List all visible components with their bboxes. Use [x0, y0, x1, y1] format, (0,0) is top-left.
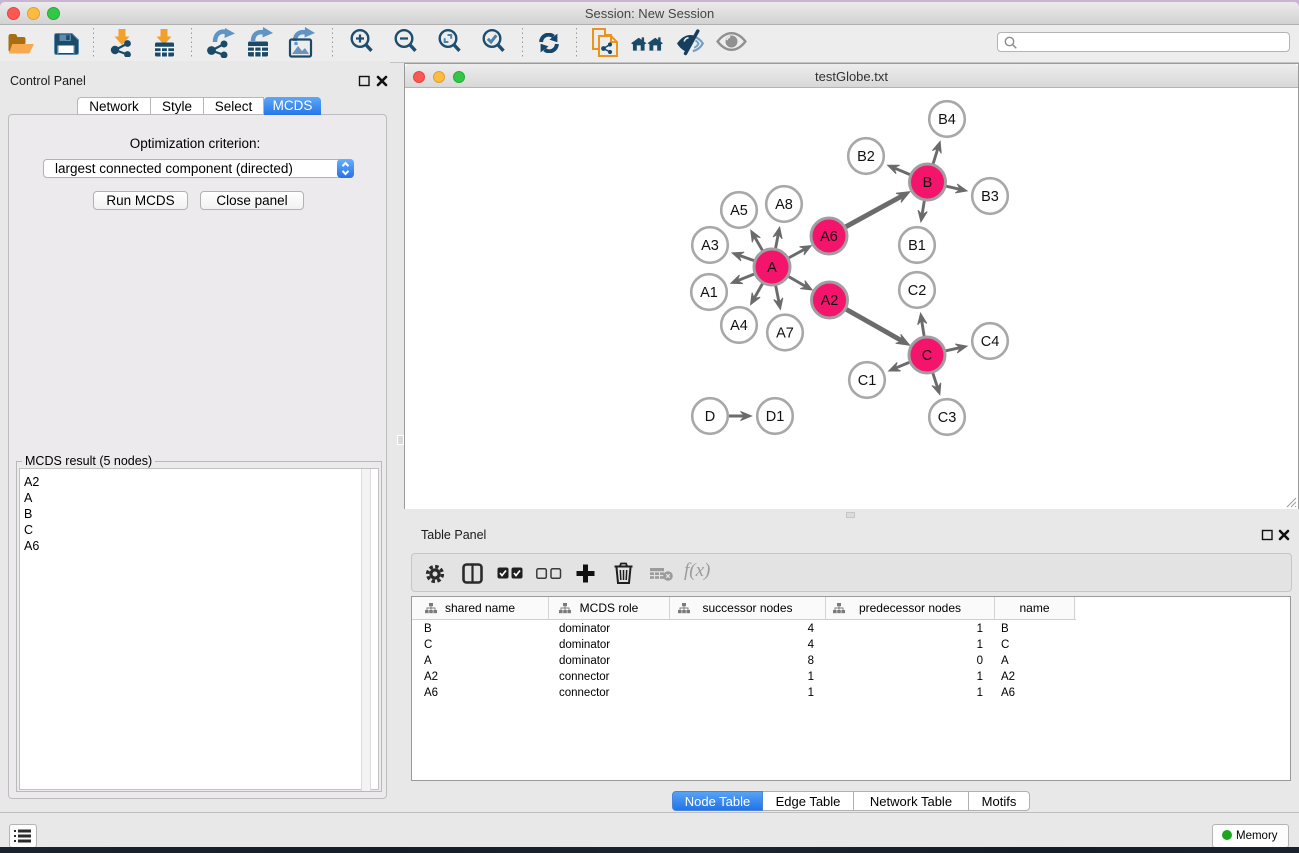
svg-text:A5: A5 — [730, 203, 748, 219]
svg-text:A4: A4 — [730, 318, 748, 334]
svg-text:B3: B3 — [981, 189, 999, 205]
svg-text:B1: B1 — [908, 238, 926, 254]
svg-text:A1: A1 — [700, 285, 718, 301]
svg-text:C1: C1 — [858, 373, 877, 389]
svg-text:B4: B4 — [938, 112, 956, 128]
svg-text:A6: A6 — [820, 229, 838, 245]
svg-text:D: D — [705, 409, 715, 425]
svg-text:A2: A2 — [821, 293, 839, 309]
svg-text:B: B — [923, 175, 933, 191]
svg-text:C: C — [922, 348, 932, 364]
svg-text:D1: D1 — [766, 409, 785, 425]
svg-text:A: A — [767, 260, 777, 276]
svg-text:A8: A8 — [775, 197, 793, 213]
svg-text:C4: C4 — [981, 334, 1000, 350]
svg-text:A3: A3 — [701, 238, 719, 254]
svg-text:B2: B2 — [857, 149, 875, 165]
svg-text:A7: A7 — [776, 326, 794, 342]
svg-text:C2: C2 — [908, 283, 927, 299]
svg-text:C3: C3 — [938, 410, 957, 426]
